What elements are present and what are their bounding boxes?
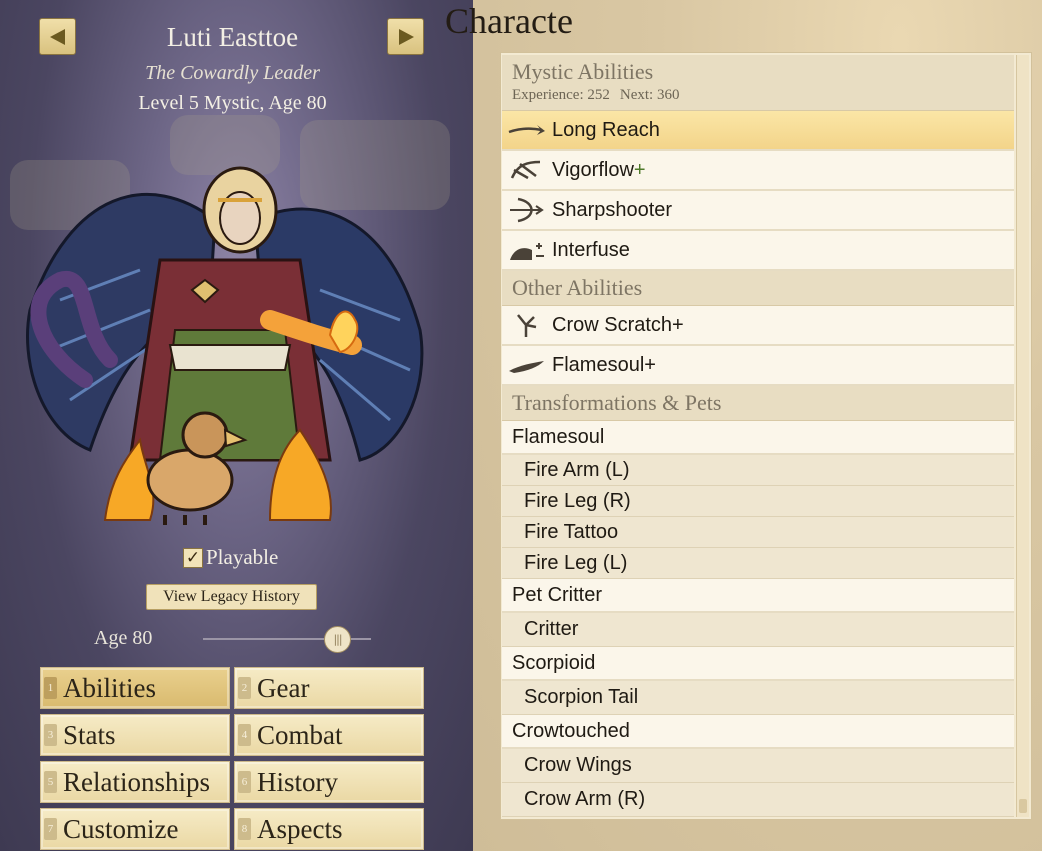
ability-name: Flamesoul+ — [552, 353, 656, 376]
ability-vigorflow[interactable]: Vigorflow + — [502, 151, 1014, 191]
ability-interfuse[interactable]: Interfuse — [502, 231, 1014, 271]
character-name: Luti Easttoe — [166, 22, 299, 52]
ability-name: Crow Scratch+ — [552, 313, 684, 336]
character-level: Level 5 Mystic, Age 80 — [138, 92, 327, 114]
ability-crow-scratch[interactable]: Crow Scratch+ — [502, 306, 1014, 346]
playable-label: Playable — [206, 545, 279, 569]
tab-abilities[interactable]: 1 Abilities — [40, 667, 230, 709]
character-panel: Luti Easttoe The Cowardly Leader Level 5… — [0, 0, 473, 851]
tab-stats[interactable]: 3 Stats — [40, 714, 230, 756]
transformation-crowtouched[interactable]: Crowtouched — [502, 715, 1014, 749]
scrollbar-thumb[interactable] — [1019, 799, 1027, 813]
playable-checkbox[interactable]: ✓ Playable — [183, 545, 278, 570]
transformation-flamesoul[interactable]: Flamesoul — [502, 421, 1014, 455]
tab-relationships[interactable]: 5 Relationships — [40, 761, 230, 803]
transformation-item[interactable]: Fire Tattoo — [502, 517, 1014, 548]
transformation-item[interactable]: Critter — [502, 613, 1014, 647]
experience-value: Experience: 252 — [512, 87, 610, 103]
tab-label: Relationships — [63, 766, 210, 797]
ability-long-reach[interactable]: Long Reach — [502, 111, 1014, 151]
bow-icon — [510, 197, 544, 223]
check-icon: ✓ — [183, 547, 203, 568]
tab-customize[interactable]: 7 Customize — [40, 808, 230, 850]
abilities-list[interactable]: Mystic Abilities Experience: 252 Next: 36… — [502, 55, 1014, 817]
tab-label: Aspects — [257, 813, 343, 844]
other-abilities-header: Other Abilities — [502, 271, 1014, 306]
tab-combat[interactable]: 4 Combat — [234, 714, 424, 756]
upgrade-plus: + — [633, 158, 646, 181]
tab-label: Stats — [63, 719, 116, 750]
list-scrollbar[interactable] — [1016, 55, 1029, 817]
hotkey-badge: 6 — [238, 771, 251, 793]
hotkey-badge: 1 — [44, 677, 57, 699]
tab-label: Combat — [257, 719, 343, 750]
ability-name: Vigorflow — [552, 158, 634, 181]
hotkey-badge: 4 — [238, 724, 251, 746]
long-reach-icon — [508, 125, 545, 135]
transformation-item[interactable]: Crow Wings — [502, 749, 1014, 783]
page-heading: Characte — [445, 1, 573, 41]
transformation-item[interactable]: Fire Arm (L) — [502, 455, 1014, 486]
ability-name: Long Reach — [552, 118, 660, 141]
transformation-item[interactable]: Fire Leg (L) — [502, 548, 1014, 579]
interfuse-icon — [510, 243, 544, 260]
transformation-item[interactable]: Scorpion Tail — [502, 681, 1014, 715]
character-portrait — [26, 166, 424, 525]
section-title: Other Abilities — [512, 275, 643, 300]
ability-sharpshooter[interactable]: Sharpshooter — [502, 191, 1014, 231]
age-slider[interactable]: ||| — [203, 625, 371, 653]
transformation-item[interactable]: Fire Leg (R) — [502, 486, 1014, 517]
hotkey-badge: 3 — [44, 724, 57, 746]
hotkey-badge: 8 — [238, 818, 251, 840]
ability-name: Sharpshooter — [552, 198, 673, 221]
next-level-value: Next: 360 — [619, 87, 680, 103]
experience-info: Experience: 252 Next: 360 — [512, 87, 1004, 104]
transformation-item[interactable]: Crow Arm (R) — [502, 783, 1014, 817]
section-title: Transformations & Pets — [512, 390, 722, 415]
hotkey-badge: 2 — [238, 677, 251, 699]
transformation-scorpioid[interactable]: Scorpioid — [502, 647, 1014, 681]
section-title: Mystic Abilities — [512, 59, 654, 84]
tab-label: Customize — [63, 813, 179, 844]
tab-label: Gear — [257, 672, 310, 703]
tab-label: History — [257, 766, 338, 797]
mystic-abilities-header: Mystic Abilities Experience: 252 Next: 36… — [502, 55, 1014, 111]
flamesoul-icon — [509, 361, 544, 373]
ability-flamesoul[interactable]: Flamesoul+ — [502, 346, 1014, 386]
age-label: Age 80 — [94, 627, 153, 649]
crow-scratch-icon — [517, 314, 537, 337]
tab-aspects[interactable]: 8 Aspects — [234, 808, 424, 850]
tab-history[interactable]: 6 History — [234, 761, 424, 803]
age-slider-thumb[interactable]: ||| — [324, 626, 351, 653]
pet-critter[interactable]: Pet Critter — [502, 579, 1014, 613]
character-title: The Cowardly Leader — [145, 62, 320, 84]
hotkey-badge: 7 — [44, 818, 57, 840]
view-legacy-history-button[interactable]: View Legacy History — [146, 584, 317, 610]
tab-gear[interactable]: 2 Gear — [234, 667, 424, 709]
ability-name: Interfuse — [552, 238, 630, 261]
hotkey-badge: 5 — [44, 771, 57, 793]
vigorflow-icon — [510, 160, 541, 180]
transformations-header: Transformations & Pets — [502, 386, 1014, 421]
tab-label: Abilities — [63, 672, 156, 703]
character-tabs: 1 Abilities 2 Gear 3 Stats 4 Combat 5 Relatio… — [40, 667, 424, 850]
pet-critter — [146, 448, 234, 512]
